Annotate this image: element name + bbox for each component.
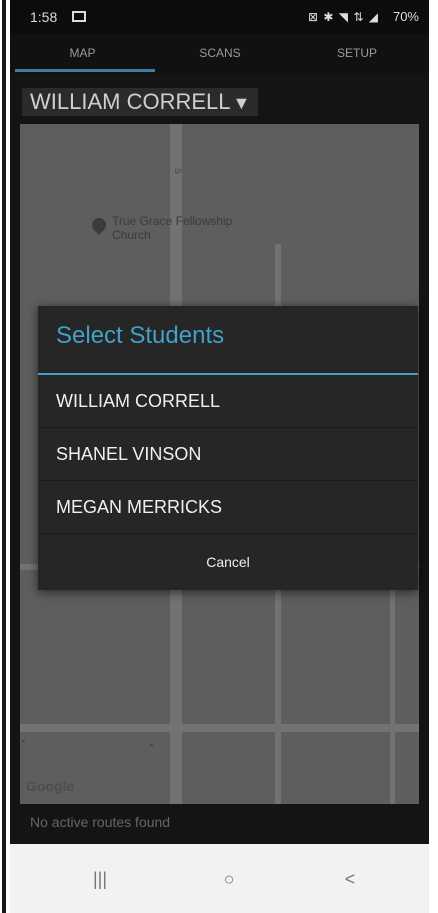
- map-pin-icon: [89, 215, 109, 235]
- screen-edge-left: [0, 0, 10, 913]
- google-logo: Google: [26, 778, 75, 794]
- map-road: [20, 724, 419, 732]
- student-bar: WILLIAM CORRELL ▼: [10, 74, 429, 124]
- status-time: 1:58: [30, 9, 58, 25]
- status-icons: ⊠ ✱ ◥ ⇅ ◢: [308, 10, 379, 24]
- tab-scans[interactable]: SCANS: [155, 34, 285, 74]
- cancel-button[interactable]: Cancel: [38, 534, 418, 590]
- student-option-megan-merricks[interactable]: MEGAN MERRICKS: [38, 481, 418, 534]
- screen-edge-right: [429, 0, 438, 913]
- student-option-shanel-vinson[interactable]: SHANEL VINSON: [38, 428, 418, 481]
- dialog-title: Select Students: [56, 322, 225, 349]
- street-label: S: [173, 167, 184, 175]
- select-students-dialog: Select Students WILLIAM CORRELL SHANEL V…: [38, 306, 418, 590]
- recents-button[interactable]: |||: [80, 866, 120, 892]
- image-notification-icon: [72, 11, 86, 22]
- dropdown-caret-icon: ▼: [232, 93, 251, 113]
- back-button[interactable]: <: [330, 866, 370, 892]
- routes-status-text: No active routes found: [30, 814, 171, 830]
- system-nav-bar: ||| ○ <: [10, 844, 429, 913]
- active-tab-indicator: [15, 69, 155, 72]
- student-list: WILLIAM CORRELL SHANEL VINSON MEGAN MERR…: [38, 375, 418, 534]
- phone-screen: 1:58 ⊠ ✱ ◥ ⇅ ◢ 70% MAP SCANS SETUP WILLI…: [10, 0, 429, 913]
- map-road: [390, 574, 395, 804]
- street-label: ▪: [150, 740, 154, 750]
- status-bar: 1:58 ⊠ ✱ ◥ ⇅ ◢ 70%: [10, 0, 429, 34]
- tab-map[interactable]: MAP: [10, 34, 155, 74]
- status-footer: No active routes found: [10, 804, 429, 844]
- street-label: ▪: [22, 736, 26, 746]
- poi-label: True Grace Fellowship Church: [112, 214, 233, 242]
- student-option-william-correll[interactable]: WILLIAM CORRELL: [38, 375, 418, 428]
- tab-setup[interactable]: SETUP: [285, 34, 429, 74]
- home-button[interactable]: ○: [209, 866, 249, 892]
- student-dropdown-value: WILLIAM CORRELL: [30, 89, 231, 114]
- battery-percentage: 70%: [392, 9, 419, 24]
- student-dropdown[interactable]: WILLIAM CORRELL ▼: [22, 88, 259, 116]
- tab-bar: MAP SCANS SETUP: [10, 34, 429, 74]
